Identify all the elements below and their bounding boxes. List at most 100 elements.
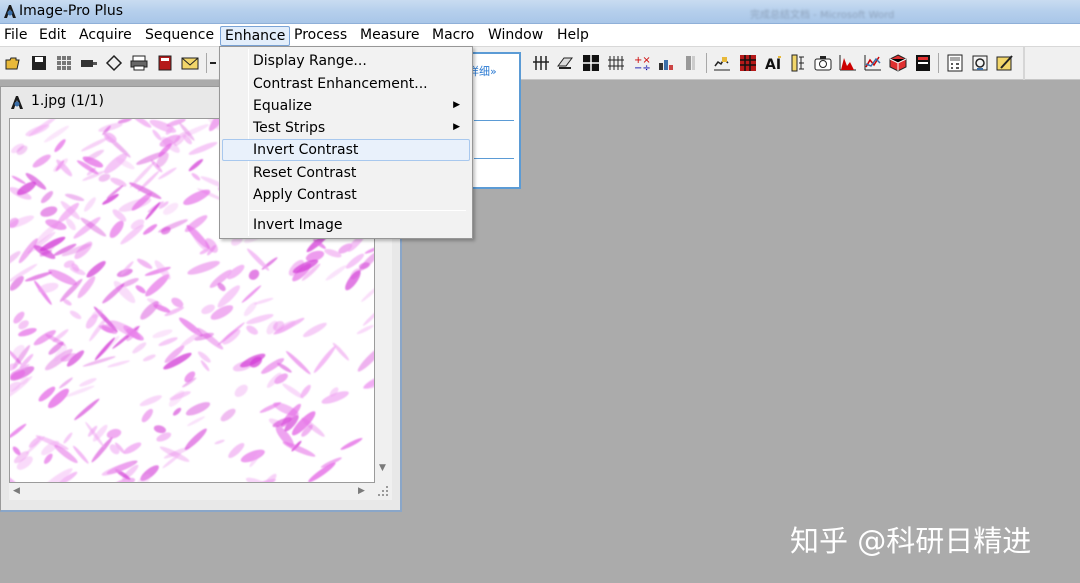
cell-blob <box>77 276 96 299</box>
ai-icon[interactable]: AI <box>764 54 782 72</box>
cell-blob <box>187 260 220 275</box>
cell-blob <box>10 472 22 482</box>
cell-blob <box>63 432 73 444</box>
cell-blob <box>131 119 152 128</box>
grid-dots-icon[interactable] <box>607 54 625 72</box>
menu-item-label: Invert Contrast <box>253 142 359 158</box>
scroll-right-arrow[interactable]: ▶ <box>358 486 365 496</box>
menu-process[interactable]: Process <box>290 26 351 46</box>
scroll-left-arrow[interactable]: ◀ <box>13 486 20 496</box>
cell-blob <box>248 269 260 280</box>
cell-blob <box>332 342 350 361</box>
cell-blob <box>143 224 158 235</box>
menu-item-contrast-enhancement[interactable]: Contrast Enhancement... <box>222 73 470 95</box>
menu-item-test-strips[interactable]: Test Strips ▶ <box>222 117 470 139</box>
cell-blob <box>64 193 85 202</box>
cell-blob <box>247 248 270 271</box>
lasso-icon[interactable] <box>105 54 123 72</box>
bar-icon[interactable] <box>657 54 675 72</box>
menu-sequence[interactable]: Sequence <box>141 26 218 46</box>
cell-blob <box>137 258 153 269</box>
cell-blob <box>10 263 38 282</box>
script-icon[interactable] <box>971 54 989 72</box>
line-plot-icon[interactable] <box>864 54 882 72</box>
submenu-arrow-icon: ▶ <box>453 100 460 110</box>
cell-blob <box>187 416 206 427</box>
menu-file[interactable]: File <box>0 26 31 46</box>
menu-edit[interactable]: Edit <box>35 26 70 46</box>
submenu-arrow-icon: ▶ <box>453 122 460 132</box>
cell-blob <box>69 310 82 320</box>
cell-blob <box>109 220 124 238</box>
black-square-icon[interactable] <box>582 54 600 72</box>
cell-blob <box>282 383 304 399</box>
cell-blob <box>58 377 73 389</box>
histogram-icon[interactable] <box>839 54 857 72</box>
book2-icon[interactable] <box>914 54 932 72</box>
cell-blob <box>40 191 54 204</box>
cell-blob <box>246 325 258 335</box>
resize-grip[interactable] <box>375 483 392 500</box>
svg-text:AI: AI <box>765 57 781 72</box>
cell-blob <box>197 351 211 363</box>
cell-blob <box>25 124 50 137</box>
column-icon[interactable] <box>682 54 700 72</box>
menu-item-invert-image[interactable]: Invert Image <box>222 214 470 236</box>
toolbar-separator <box>938 53 939 73</box>
menu-macro[interactable]: Macro <box>428 26 478 46</box>
save-icon[interactable] <box>30 54 48 72</box>
grid-icon[interactable] <box>55 54 73 72</box>
open-icon[interactable] <box>4 54 22 72</box>
cell-blob <box>362 307 374 326</box>
cell-blob <box>185 402 211 416</box>
calc-icon[interactable] <box>946 54 964 72</box>
book-icon[interactable] <box>156 54 174 72</box>
cell-blob <box>83 197 96 212</box>
menu-item-display-range[interactable]: Display Range... <box>222 50 470 72</box>
cube-icon[interactable] <box>889 54 907 72</box>
cell-blob <box>11 175 26 185</box>
cell-blob <box>183 189 211 205</box>
cell-blob <box>32 154 51 168</box>
popup-divider <box>474 158 514 159</box>
menu-item-invert-contrast[interactable]: Invert Contrast <box>222 139 470 161</box>
toolbar-end-divider <box>1023 47 1025 80</box>
camera2-icon[interactable] <box>814 54 832 72</box>
cell-blob <box>234 384 248 397</box>
red-grid-icon[interactable] <box>739 54 757 72</box>
menu-item-label: Reset Contrast <box>253 165 357 181</box>
menu-enhance[interactable]: Enhance <box>220 26 291 46</box>
menu-help[interactable]: Help <box>553 26 593 46</box>
cell-blob <box>153 425 166 434</box>
chart-icon[interactable] <box>713 54 731 72</box>
cell-blob <box>158 219 188 233</box>
ruler-icon[interactable] <box>789 54 807 72</box>
cell-blob <box>340 437 363 450</box>
menu-item-apply-contrast[interactable]: Apply Contrast <box>222 184 470 206</box>
menu-item-equalize[interactable]: Equalize ▶ <box>222 95 470 117</box>
svg-text:−÷: −÷ <box>634 63 650 72</box>
plus-minus-icon[interactable]: +× −÷ <box>632 54 650 72</box>
horizontal-scrollbar[interactable]: ◀ ▶ <box>9 483 375 500</box>
arrow-icon[interactable] <box>208 54 218 72</box>
camera-icon[interactable] <box>80 54 98 72</box>
measure-icon[interactable] <box>556 54 574 72</box>
grid-tool-icon[interactable] <box>532 54 550 72</box>
menu-window[interactable]: Window <box>484 26 547 46</box>
menu-item-reset-contrast[interactable]: Reset Contrast <box>222 162 470 184</box>
cell-blob <box>86 261 106 278</box>
title-bar: Image-Pro Plus 完成总结文档 - Microsoft Word <box>0 0 1080 24</box>
mail-icon[interactable] <box>181 54 199 72</box>
scroll-down-arrow[interactable]: ▼ <box>379 463 386 473</box>
cell-blob <box>141 408 153 423</box>
cell-blob <box>188 159 204 172</box>
print-icon[interactable] <box>130 54 148 72</box>
menu-measure[interactable]: Measure <box>356 26 424 46</box>
cell-blob <box>110 177 127 187</box>
cell-blob <box>220 408 236 422</box>
cell-blob <box>356 325 374 335</box>
cell-blob <box>129 162 155 188</box>
menu-acquire[interactable]: Acquire <box>75 26 136 46</box>
toolbar-separator <box>706 53 707 73</box>
edit-icon[interactable] <box>996 54 1014 72</box>
